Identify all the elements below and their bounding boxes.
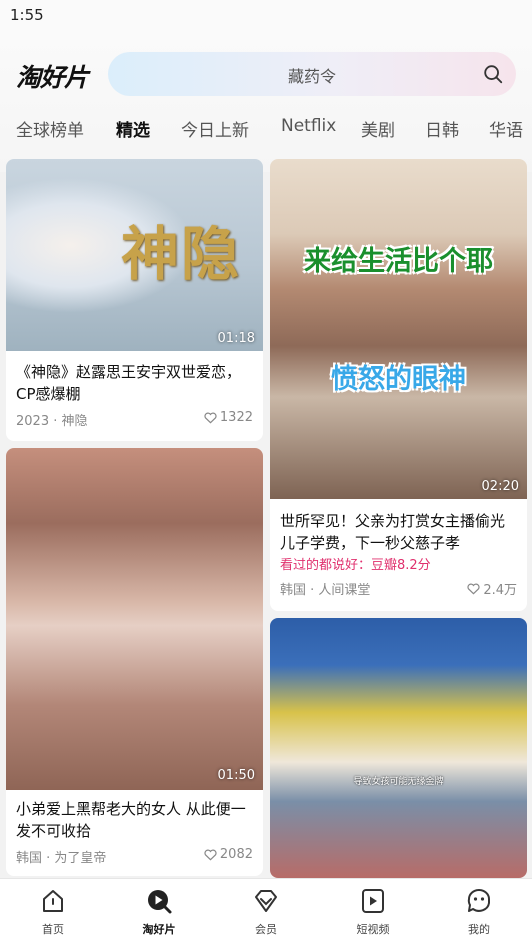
search-placeholder[interactable]: 藏药令 (108, 63, 516, 87)
video-title[interactable]: 世所罕见！父亲为打赏女主播偷光儿子学费，下一秒父慈子孝 (280, 510, 517, 554)
header: 淘好片 藏药令 全球榜单 精选 今日上新 Netflix 美剧 日韩 华语 (0, 32, 532, 172)
video-thumbnail[interactable]: 神隐 01:18 (6, 159, 263, 351)
play-search-icon[interactable] (145, 887, 173, 915)
profile-icon[interactable] (465, 887, 493, 915)
vip-diamond-icon[interactable] (252, 887, 280, 915)
nav-short-video[interactable]: 短视频 (333, 887, 413, 937)
nav-label: 会员 (255, 923, 277, 936)
video-card-gang[interactable]: 01:50 小弟爱上黑帮老大的女人 从此便一发不可收拾 韩国 · 为了皇帝 20… (6, 448, 263, 876)
short-video-icon[interactable] (359, 887, 387, 915)
nav-taohaopian[interactable]: 淘好片 (119, 887, 199, 937)
video-thumbnail[interactable]: 01:50 (6, 448, 263, 790)
nav-label: 首页 (42, 923, 64, 936)
video-duration: 01:50 (217, 768, 255, 783)
video-duration: 02:20 (481, 479, 519, 494)
tab-chinese[interactable]: 华语 (489, 116, 523, 141)
video-card-gymnastics[interactable]: 导致女孩可能无缘金牌 (270, 618, 527, 878)
video-title[interactable]: 《神隐》赵露思王安宇双世爱恋，CP感爆棚 (16, 361, 253, 405)
app-logo: 淘好片 (16, 63, 89, 92)
category-tabs: 全球榜单 精选 今日上新 Netflix 美剧 日韩 华语 (0, 110, 532, 144)
likes-count[interactable]: 2082 (204, 847, 253, 862)
search-bar[interactable]: 藏药令 (108, 52, 516, 96)
likes-value: 1322 (219, 410, 253, 425)
tab-jp-kr[interactable]: 日韩 (425, 116, 459, 141)
bottom-navigation: 首页 淘好片 会员 短视频 我的 (0, 878, 532, 948)
status-bar: 1:55 (0, 0, 532, 32)
search-icon[interactable] (482, 63, 504, 85)
tab-global-rank[interactable]: 全球榜单 (16, 116, 84, 141)
nav-label: 淘好片 (142, 923, 176, 936)
likes-value: 2.4万 (483, 583, 517, 598)
rating-hint: 看过的都说好：豆瓣8.2分 (280, 558, 431, 573)
video-meta: 韩国 · 人间课堂 (280, 583, 371, 598)
video-title[interactable]: 小弟爱上黑帮老大的女人 从此便一发不可收拾 (16, 798, 253, 842)
video-thumbnail[interactable]: 导致女孩可能无缘金牌 (270, 618, 527, 878)
video-meta: 韩国 · 为了皇帝 (16, 851, 107, 866)
thumbnail-title-art: 神隐 (120, 220, 241, 288)
video-thumbnail[interactable]: 来给生活比个耶 愤怒的眼神 02:20 (270, 159, 527, 499)
video-meta: 2023 · 神隐 (16, 414, 88, 429)
home-icon[interactable] (39, 887, 67, 915)
heart-icon[interactable] (467, 583, 480, 595)
nav-profile[interactable]: 我的 (439, 887, 519, 937)
heart-icon[interactable] (204, 849, 217, 861)
video-card-classroom[interactable]: 来给生活比个耶 愤怒的眼神 02:20 世所罕见！父亲为打赏女主播偷光儿子学费，… (270, 159, 527, 611)
heart-icon[interactable] (204, 412, 217, 424)
nav-label: 我的 (468, 923, 490, 936)
likes-count[interactable]: 1322 (204, 410, 253, 425)
thumbnail-subtitle: 导致女孩可能无缘金牌 (353, 777, 444, 787)
thumbnail-caption-middle: 愤怒的眼神 (331, 364, 466, 395)
nav-vip[interactable]: 会员 (226, 887, 306, 937)
likes-value: 2082 (219, 847, 253, 862)
nav-home[interactable]: 首页 (13, 887, 93, 937)
likes-count[interactable]: 2.4万 (467, 579, 517, 598)
tab-us-series[interactable]: 美剧 (361, 116, 395, 141)
video-duration: 01:18 (217, 331, 255, 346)
tab-featured[interactable]: 精选 (116, 116, 150, 141)
nav-label: 短视频 (356, 923, 390, 936)
thumbnail-caption-top: 来给生活比个耶 (304, 246, 493, 277)
tab-new-today[interactable]: 今日上新 (181, 116, 249, 141)
video-card-shenyin[interactable]: 神隐 01:18 《神隐》赵露思王安宇双世爱恋，CP感爆棚 2023 · 神隐 … (6, 159, 263, 441)
tab-netflix[interactable]: Netflix (281, 116, 336, 136)
status-time: 1:55 (10, 6, 44, 24)
